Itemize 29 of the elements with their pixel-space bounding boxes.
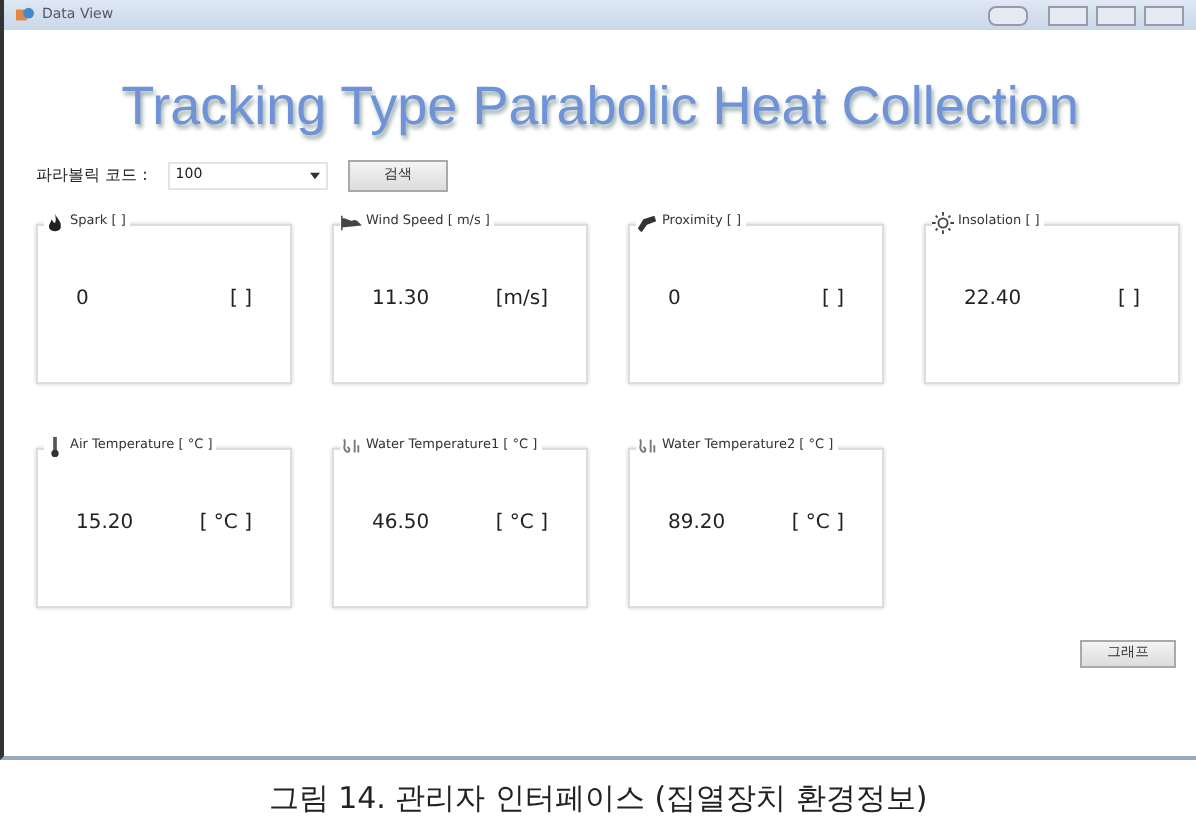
sensor-value: 11.30: [372, 285, 430, 313]
sensor-unit: [m/s]: [495, 285, 548, 313]
water-temperature-icon: [636, 435, 658, 457]
sensor-value: 46.50: [372, 509, 430, 537]
caret-icon: [309, 171, 320, 179]
sensor-value: 0: [76, 285, 89, 313]
minimize-button[interactable]: [1048, 5, 1088, 25]
flame-icon: [44, 211, 66, 233]
help-button[interactable]: [988, 5, 1028, 25]
code-label: 파라볼릭 코드 :: [36, 163, 148, 187]
sensor-unit: [ °C ]: [495, 509, 548, 537]
maximize-button[interactable]: [1096, 5, 1136, 25]
figure-caption: 그림 14. 관리자 인터페이스 (집열장치 환경정보): [268, 778, 928, 820]
close-button[interactable]: [1144, 5, 1184, 25]
wind-icon: [340, 211, 362, 233]
sensor-unit: [ °C ]: [199, 509, 252, 537]
sensor-value: 22.40: [964, 285, 1022, 313]
sensor-unit: [ ]: [230, 285, 252, 313]
sun-icon: [932, 211, 954, 233]
sensor-unit: [ ]: [1118, 285, 1140, 313]
page-heading: Tracking Type Parabolic Heat Collection: [121, 74, 1079, 140]
sensor-value: 15.20: [76, 509, 134, 537]
sensor-value: 0: [668, 285, 681, 313]
sensor-unit: [ ]: [822, 285, 844, 313]
sensor-icon: [636, 211, 658, 233]
app-icon: [16, 6, 34, 24]
sensor-unit: [ °C ]: [791, 509, 844, 537]
sensor-value: 89.20: [668, 509, 726, 537]
water-temperature-icon: [340, 435, 362, 457]
